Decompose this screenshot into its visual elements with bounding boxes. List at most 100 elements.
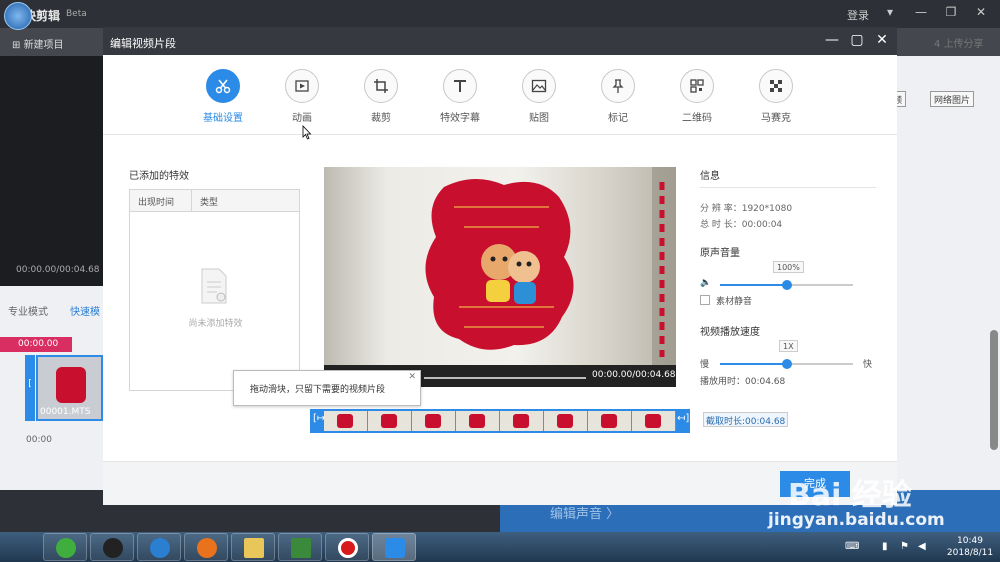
tab-marker[interactable]: 标记 — [583, 69, 653, 124]
preview-time: 00:00.00/00:04.68 — [16, 265, 100, 275]
scrollbar[interactable] — [990, 330, 998, 450]
volume-value: 100% — [773, 261, 804, 273]
maximize-icon[interactable]: ❐ — [940, 5, 962, 19]
tab-label: 裁剪 — [371, 113, 391, 124]
tab-mosaic[interactable]: 马赛克 — [741, 69, 811, 124]
tooltip-text: 拖动滑块，只留下需要的视频片段 — [250, 385, 386, 395]
taskbar-clock[interactable]: 10:49 2018/8/11 — [942, 535, 998, 559]
dialog-close-icon[interactable]: ✕ — [873, 31, 891, 49]
clip-trim-handle[interactable]: [ — [25, 355, 35, 421]
scissors-icon — [206, 69, 240, 103]
pin-icon — [601, 69, 635, 103]
speed-slow-label: 慢 — [700, 360, 710, 370]
net-image-button[interactable]: 网络图片 — [930, 91, 975, 107]
mosaic-icon — [759, 69, 793, 103]
resolution-value: 1920*1080 — [741, 204, 793, 214]
tab-label: 动画 — [292, 113, 312, 124]
tab-label: 标记 — [608, 113, 628, 124]
tab-animation[interactable]: 动画 — [267, 69, 337, 124]
taskbar-qq[interactable] — [90, 533, 134, 561]
right-panel — [897, 56, 1000, 490]
start-button[interactable] — [4, 2, 32, 30]
video-progress-track[interactable] — [424, 377, 586, 379]
tab-basic[interactable]: 基础设置 — [188, 69, 258, 124]
edit-clip-dialog: 编辑视频片段 — ▢ ✕ 基础设置 动画 裁剪 特效字幕 贴图 标记 二维码 马… — [103, 27, 897, 505]
qrcode-icon — [680, 69, 714, 103]
dialog-title: 编辑视频片段 — [110, 37, 176, 50]
new-project-label: 新建项目 — [23, 40, 64, 51]
dialog-minimize-icon[interactable]: — — [823, 31, 841, 49]
playtime-text: 播放用时：00:04.68 — [700, 377, 786, 387]
tray-volume-icon[interactable]: ◀ — [918, 541, 926, 552]
taskbar-media-icon[interactable] — [137, 533, 181, 561]
tab-crop[interactable]: 裁剪 — [346, 69, 416, 124]
tab-label: 二维码 — [682, 113, 712, 124]
timeline-clip[interactable]: 00001.MTS — [36, 355, 103, 421]
taskbar-recorder[interactable] — [325, 533, 369, 561]
column-divider — [191, 190, 192, 212]
tooltip-close-icon[interactable]: ✕ — [408, 372, 416, 382]
done-button[interactable]: 完成 — [780, 471, 850, 497]
mute-checkbox[interactable] — [700, 295, 710, 305]
volume-slider-knob[interactable] — [781, 280, 792, 290]
duration-row: 总 时 长：00:00:04 — [700, 217, 782, 230]
minimize-icon[interactable]: — — [910, 5, 932, 19]
strip-frame — [324, 411, 368, 431]
resolution-row: 分 辨 率：1920*1080 — [700, 201, 792, 214]
trim-strip[interactable]: [↦ ↤] — [310, 409, 690, 433]
strip-frame — [500, 411, 544, 431]
taskbar-firefox[interactable] — [184, 533, 228, 561]
speed-title: 视频播放速度 — [700, 327, 760, 338]
app-beta: Beta — [66, 9, 87, 19]
menu-dropdown-icon[interactable]: ▾ — [879, 5, 901, 19]
edit-audio-button[interactable]: 编辑声音 〉 — [550, 503, 619, 522]
close-icon[interactable]: ✕ — [970, 5, 992, 19]
trim-right-handle[interactable]: ↤] — [677, 413, 689, 424]
taskbar-explorer[interactable] — [231, 533, 275, 561]
tray-keyboard-icon[interactable]: ⌨ — [845, 541, 859, 552]
playhead-label[interactable]: 00:00.00 — [0, 337, 72, 352]
mute-label: 素材静音 — [716, 297, 753, 307]
tray-network-icon[interactable]: ▮ — [882, 541, 888, 552]
trim-tooltip: 拖动滑块，只留下需要的视频片段 ✕ — [233, 370, 421, 406]
strip-frame — [544, 411, 588, 431]
crop-icon — [364, 69, 398, 103]
duration-label: 总 时 长： — [700, 220, 742, 230]
tab-label: 贴图 — [529, 113, 549, 124]
upload-share-step[interactable]: 4 上传分享 — [934, 35, 984, 50]
empty-document-icon — [201, 268, 227, 304]
strip-frame — [456, 411, 500, 431]
tab-qrcode[interactable]: 二维码 — [662, 69, 732, 124]
new-project-button[interactable]: ⊞ 新建项目 — [12, 36, 64, 51]
strip-frame — [368, 411, 412, 431]
clip-thumbnail — [56, 367, 86, 403]
upload-step-number: 4 — [934, 39, 941, 50]
trim-frames — [324, 411, 676, 431]
speed-slider-knob[interactable] — [781, 359, 792, 369]
tab-subtitle[interactable]: 特效字幕 — [425, 69, 495, 124]
tray-flag-icon[interactable]: ⚑ — [900, 541, 909, 552]
resolution-label: 分 辨 率： — [700, 204, 742, 214]
info-title: 信息 — [700, 171, 720, 182]
double-happiness-decoration — [425, 167, 676, 365]
volume-title: 原声音量 — [700, 248, 740, 259]
preview-area — [0, 56, 103, 286]
col-type-header: 类型 — [200, 198, 219, 208]
taskbar-app[interactable] — [278, 533, 322, 561]
clock-time: 10:49 — [957, 536, 983, 546]
video-preview[interactable]: 00:00.00/00:04.68 — [324, 167, 676, 387]
info-divider — [700, 187, 876, 188]
tab-label: 特效字幕 — [440, 113, 480, 124]
text-icon — [443, 69, 477, 103]
mode-pro-tab[interactable]: 专业模式 — [8, 303, 48, 318]
col-time-header: 出现时间 — [138, 198, 175, 208]
taskbar-360-browser[interactable] — [43, 533, 87, 561]
tab-label: 马赛克 — [761, 113, 791, 124]
effects-title: 已添加的特效 — [129, 171, 189, 182]
mode-quick-tab[interactable]: 快速模 — [70, 303, 100, 318]
taskbar-kuaijianji[interactable] — [372, 533, 416, 561]
dialog-maximize-icon[interactable]: ▢ — [848, 31, 866, 49]
strip-frame — [632, 411, 676, 431]
tab-sticker[interactable]: 贴图 — [504, 69, 574, 124]
login-button[interactable]: 登录 — [847, 7, 869, 23]
